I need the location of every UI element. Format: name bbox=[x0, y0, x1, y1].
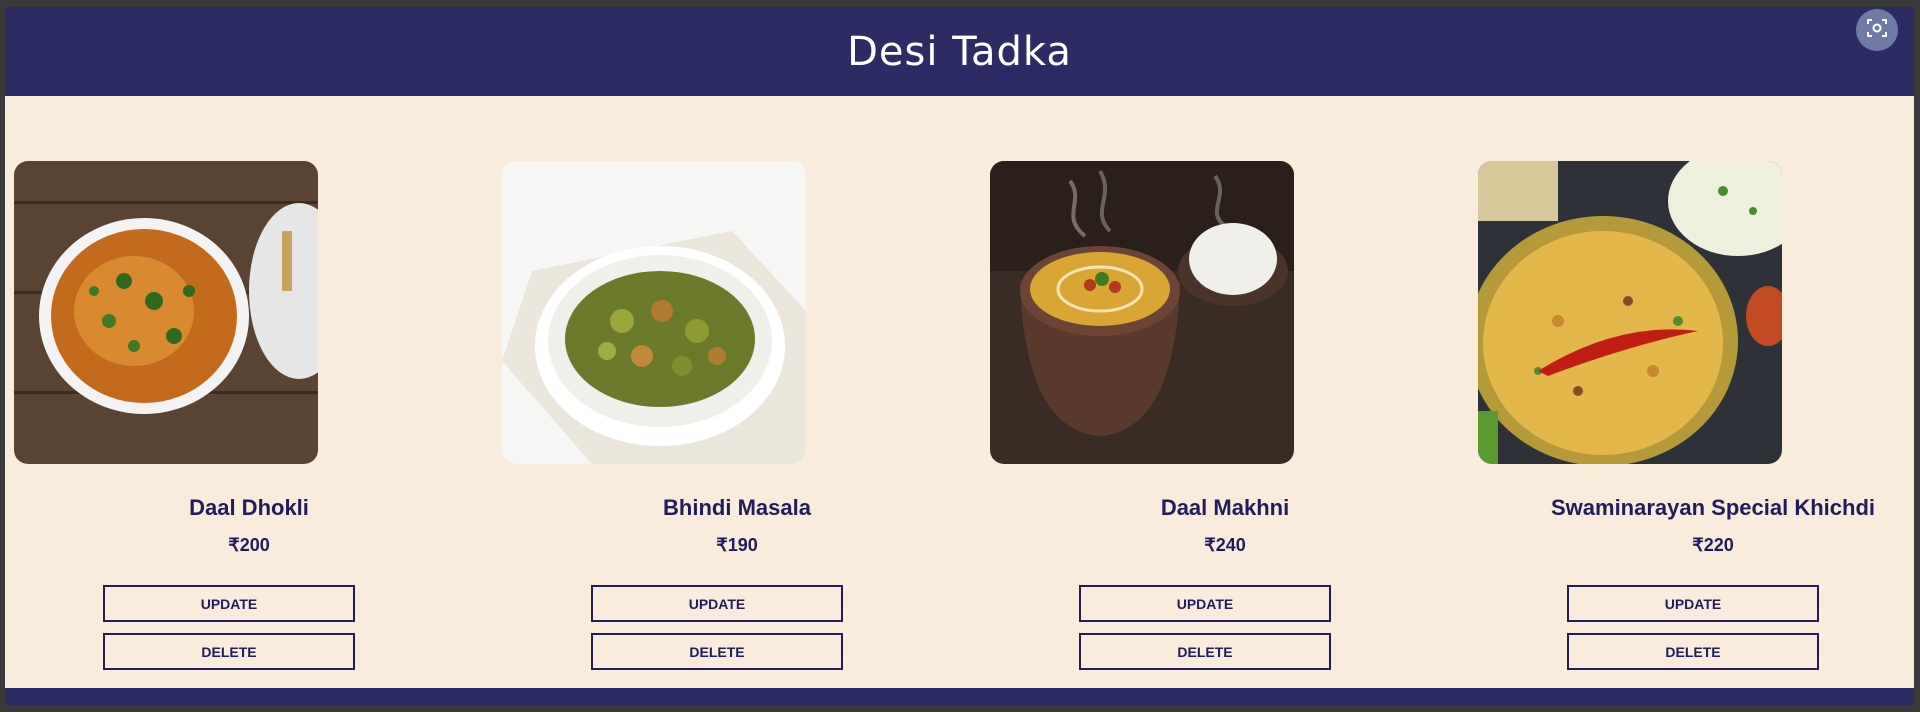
dish-price: ₹240 bbox=[1204, 535, 1246, 555]
dish-name: Swaminarayan Special Khichdi bbox=[1550, 495, 1875, 520]
delete-button[interactable]: DELETE bbox=[1567, 633, 1819, 670]
update-button[interactable]: UPDATE bbox=[591, 585, 843, 622]
dish-image-daal-makhni bbox=[990, 161, 1294, 464]
screenshot-button[interactable] bbox=[1856, 9, 1898, 51]
menu-card: Daal Makhni ₹240 UPDATE DELETE bbox=[981, 161, 1469, 681]
dish-name: Daal Dhokli bbox=[189, 495, 309, 520]
menu-card: Bhindi Masala ₹190 UPDATE DELETE bbox=[493, 161, 981, 681]
update-button[interactable]: UPDATE bbox=[1079, 585, 1331, 622]
dish-price: ₹190 bbox=[716, 535, 758, 555]
update-button[interactable]: UPDATE bbox=[103, 585, 355, 622]
page-title: Desi Tadka bbox=[847, 28, 1072, 75]
menu-card: Swaminarayan Special Khichdi ₹220 UPDATE… bbox=[1469, 161, 1914, 681]
menu-card: Daal Dhokli ₹200 UPDATE DELETE bbox=[5, 161, 493, 681]
screenshot-icon bbox=[1866, 17, 1888, 44]
app-frame: Desi Tadka Daal Dhokli ₹200 UPDATE DELET… bbox=[5, 7, 1914, 705]
dish-price: ₹200 bbox=[228, 535, 270, 555]
delete-button[interactable]: DELETE bbox=[103, 633, 355, 670]
header-bar: Desi Tadka bbox=[5, 7, 1914, 96]
update-button[interactable]: UPDATE bbox=[1567, 585, 1819, 622]
dish-price: ₹220 bbox=[1692, 535, 1734, 555]
dish-image-daal-dhokli bbox=[14, 161, 318, 464]
dish-image-swaminarayan-special-khichdi bbox=[1478, 161, 1782, 464]
dish-image-bhindi-masala bbox=[502, 161, 806, 464]
delete-button[interactable]: DELETE bbox=[1079, 633, 1331, 670]
footer-bar bbox=[5, 688, 1914, 705]
dish-name: Daal Makhni bbox=[1160, 495, 1290, 520]
delete-button[interactable]: DELETE bbox=[591, 633, 843, 670]
dish-name: Bhindi Masala bbox=[663, 495, 811, 520]
